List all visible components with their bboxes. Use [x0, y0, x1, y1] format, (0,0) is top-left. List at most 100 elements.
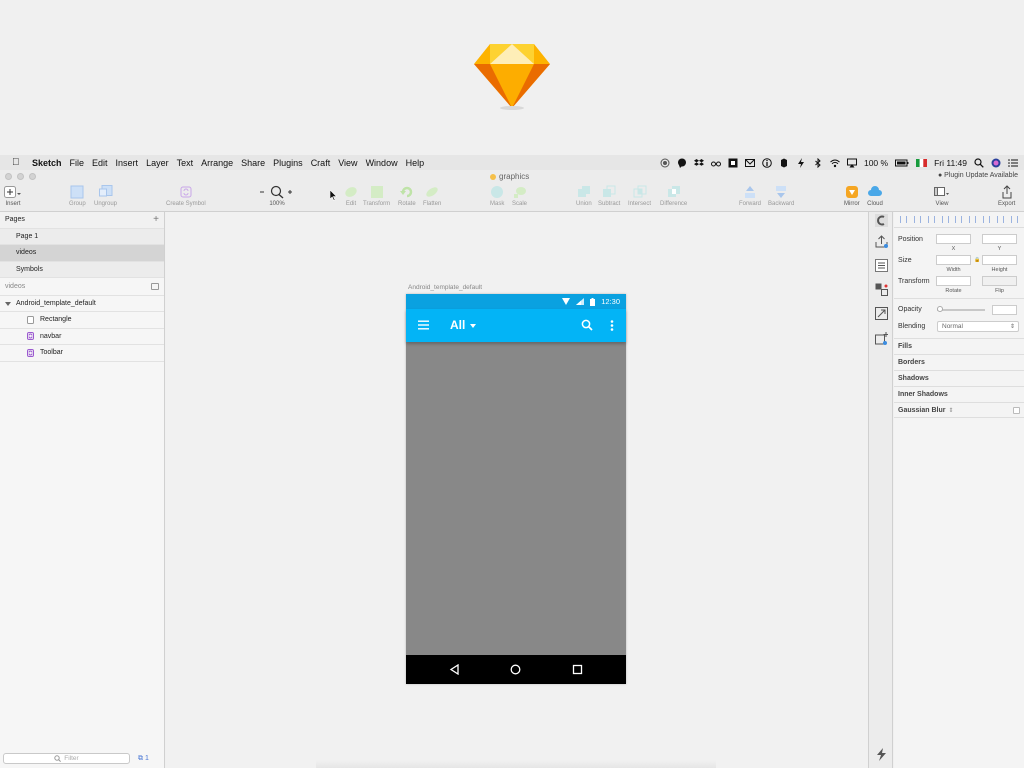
page-item-page-1[interactable]: Page 1 — [0, 228, 164, 245]
flip-buttons[interactable] — [982, 276, 1017, 286]
menu-insert[interactable]: Insert — [116, 158, 139, 168]
add-artboard-icon[interactable] — [875, 332, 888, 345]
forward-tool[interactable]: Forward — [739, 184, 761, 207]
siri-icon[interactable] — [991, 158, 1001, 168]
minimize-window-button[interactable] — [17, 173, 24, 180]
evernote-icon[interactable] — [779, 158, 789, 168]
opacity-input[interactable] — [992, 305, 1017, 315]
menu-craft[interactable]: Craft — [311, 158, 331, 168]
spotlight-search-icon[interactable] — [974, 157, 984, 168]
export-tool[interactable]: Export — [998, 184, 1015, 207]
upload-icon[interactable] — [875, 235, 888, 248]
distribute-v-icon[interactable] — [955, 216, 963, 223]
artboard-title[interactable]: Android_template_default — [408, 284, 482, 291]
difference-tool[interactable]: Difference — [660, 184, 687, 207]
insert-tool[interactable]: Insert — [4, 184, 22, 207]
blur-enable-checkbox[interactable] — [1013, 406, 1020, 414]
ungroup-tool[interactable]: Ungroup — [94, 184, 117, 207]
align-bottom-icon[interactable] — [996, 216, 1004, 223]
lightning-bolt-icon[interactable] — [875, 748, 888, 761]
zoom-window-button[interactable] — [29, 173, 36, 180]
align-middle-icon[interactable] — [982, 216, 990, 223]
notification-center-icon[interactable] — [1008, 158, 1018, 168]
lightning-icon[interactable] — [796, 157, 806, 168]
link-icon[interactable] — [875, 307, 888, 320]
battery-percent[interactable]: 100 % — [864, 158, 888, 168]
distribute-h-icon[interactable] — [927, 216, 935, 223]
menu-plugins[interactable]: Plugins — [273, 158, 303, 168]
airplay-icon[interactable] — [846, 158, 857, 168]
scale-tool[interactable]: Scale — [512, 184, 527, 207]
rotate-input[interactable] — [936, 276, 971, 286]
mail-icon[interactable] — [744, 158, 755, 168]
width-input[interactable] — [936, 255, 971, 265]
wifi-icon[interactable] — [830, 158, 840, 168]
position-y-input[interactable] — [982, 234, 1017, 244]
menu-file[interactable]: File — [70, 158, 85, 168]
align-top-icon[interactable] — [969, 216, 977, 223]
plugin-update-notice[interactable]: ● Plugin Update Available — [938, 172, 1018, 179]
layer-rectangle[interactable]: Rectangle — [0, 312, 164, 329]
edit-tool[interactable]: Edit — [344, 184, 358, 207]
disclosure-triangle-icon[interactable] — [5, 301, 11, 306]
data-list-icon[interactable] — [875, 259, 888, 272]
clock-display[interactable]: Fri 11:49 — [934, 158, 967, 168]
mirror-tool[interactable]: Mirror — [844, 184, 860, 207]
menu-arrange[interactable]: Arrange — [201, 158, 233, 168]
align-center-h-icon[interactable] — [914, 216, 922, 223]
gaussian-blur-section[interactable]: Gaussian Blur ⇕ — [894, 402, 1024, 418]
blur-type-arrows-icon[interactable]: ⇕ — [948, 407, 953, 414]
layer-filter-input[interactable]: Filter — [3, 753, 130, 764]
inner-shadows-section[interactable]: Inner Shadows — [894, 386, 1024, 402]
group-tool[interactable]: Group — [69, 184, 86, 207]
shadows-section[interactable]: Shadows — [894, 370, 1024, 386]
layer-navbar[interactable]: navbar — [0, 329, 164, 345]
craft-icon[interactable] — [875, 214, 888, 227]
layer-artboard[interactable]: Android_template_default — [0, 296, 164, 312]
menu-edit[interactable]: Edit — [92, 158, 108, 168]
cloud-tool[interactable]: Cloud — [867, 184, 883, 207]
layer-toolbar[interactable]: Toolbar — [0, 345, 164, 362]
record-icon[interactable] — [660, 158, 670, 168]
menu-layer[interactable]: Layer — [146, 158, 169, 168]
fills-section[interactable]: Fills — [894, 338, 1024, 354]
add-page-button[interactable]: + — [153, 214, 159, 225]
prototype-icon[interactable] — [875, 283, 888, 296]
close-window-button[interactable] — [5, 173, 12, 180]
flatten-tool[interactable]: Flatten — [423, 184, 441, 207]
create-symbol-tool[interactable]: Create Symbol — [166, 184, 206, 207]
dropbox-icon[interactable] — [693, 158, 704, 168]
rotate-tool[interactable]: Rotate — [398, 184, 416, 207]
menu-text[interactable]: Text — [177, 158, 194, 168]
design-canvas[interactable]: Android_template_default 12:30 All — [166, 212, 868, 768]
menu-app-sketch[interactable]: Sketch — [32, 158, 62, 168]
italy-flag-icon[interactable] — [916, 158, 928, 168]
intersect-tool[interactable]: Intersect — [628, 184, 651, 207]
backward-tool[interactable]: Backward — [768, 184, 794, 207]
height-input[interactable] — [982, 255, 1017, 265]
menu-share[interactable]: Share — [241, 158, 265, 168]
battery-icon[interactable] — [895, 158, 909, 168]
lock-ratio-icon[interactable]: 🔒 — [974, 257, 980, 263]
align-right-icon[interactable] — [941, 216, 949, 223]
zoom-tool[interactable]: 100% — [258, 184, 296, 207]
filter-tools[interactable]: ⧉ 1 — [138, 755, 149, 763]
bluetooth-icon[interactable] — [813, 157, 823, 168]
borders-section[interactable]: Borders — [894, 354, 1024, 370]
page-item-videos[interactable]: videos — [0, 245, 164, 262]
glasses-icon[interactable] — [710, 158, 721, 168]
apple-icon[interactable]:  — [12, 157, 26, 168]
chat-bubble-icon[interactable] — [677, 158, 687, 168]
union-tool[interactable]: Union — [576, 184, 592, 207]
app-box-icon[interactable] — [728, 158, 738, 168]
android-artboard[interactable]: 12:30 All — [406, 294, 626, 684]
view-tool[interactable]: View — [934, 184, 950, 207]
opacity-slider-knob[interactable] — [937, 306, 943, 312]
align-left-icon[interactable] — [900, 216, 908, 223]
slice-filter-icon[interactable]: ⧉ — [138, 755, 143, 762]
menu-help[interactable]: Help — [406, 158, 425, 168]
collapse-pages-icon[interactable] — [151, 283, 159, 291]
page-item-symbols[interactable]: Symbols — [0, 261, 164, 278]
opacity-slider-track[interactable] — [937, 309, 985, 311]
menu-window[interactable]: Window — [366, 158, 398, 168]
